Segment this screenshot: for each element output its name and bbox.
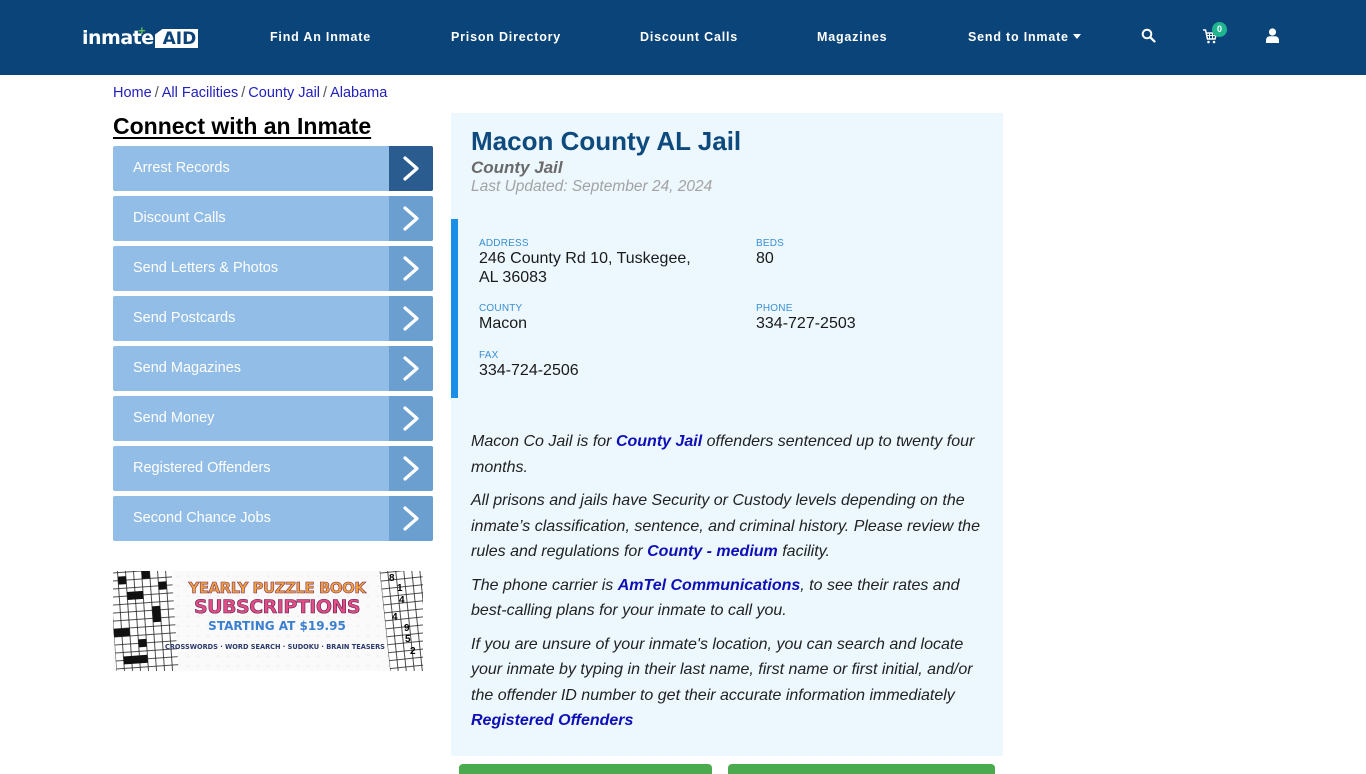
county-medium-link[interactable]: County - medium [647,543,778,560]
text: The phone carrier is [471,576,618,594]
text: facility. [777,543,830,560]
promo-categories: CROSSWORDS · WORD SEARCH · SUDOKU · BRAI… [165,643,385,651]
breadcrumb-separator: / [241,85,246,101]
sidebar-item-label: Arrest Records [133,160,230,176]
breadcrumb: Home / All Facilities / County Jail / Alabama [113,85,387,101]
beds-label: BEDS [756,238,785,249]
facility-info-panel: ADDRESS 246 County Rd 10, Tuskegee, AL 3… [451,219,1003,398]
county-label: COUNTY [479,303,523,314]
promo-subheadline: SUBSCRIPTIONS [193,596,361,618]
cart-count-badge: 0 [1212,22,1227,37]
sidebar-item-send-letters-photos[interactable]: Send Letters & Photos [113,246,433,291]
fax-field: FAX 334-724-2506 [479,350,579,380]
breadcrumb-alabama[interactable]: Alabama [330,85,387,101]
sidebar-item-label: Send Money [133,410,215,426]
chevron-right-icon [389,446,433,491]
county-field: COUNTY Macon [479,303,527,333]
promo-headline: YEARLY PUZZLE BOOK [188,579,366,598]
chevron-right-icon [389,246,433,291]
sidebar-item-arrest-records[interactable]: Arrest Records [113,146,433,191]
chevron-right-icon [389,146,433,191]
nav-magazines[interactable]: Magazines [817,30,887,44]
sidebar-title: Connect with an Inmate [113,113,372,139]
chevron-right-icon [389,196,433,241]
sidebar-item-send-money[interactable]: Send Money [113,396,433,441]
sudoku-digit: 1 [397,583,403,594]
nav-find-an-inmate[interactable]: Find An Inmate [270,30,371,44]
nav-send-to-inmate[interactable]: Send to Inmate [968,30,1081,44]
phone-value[interactable]: 334-727-2503 [756,315,856,333]
sidebar-item-label: Registered Offenders [133,460,271,476]
phone-field: PHONE 334-727-2503 [756,303,856,333]
sidebar-item-second-chance-jobs[interactable]: Second Chance Jobs [113,496,433,541]
sudoku-digit: 9 [404,623,410,634]
fax-value: 334-724-2506 [479,362,579,379]
sidebar-item-label: Send Magazines [133,360,242,376]
facility-description: Macon Co Jail is for County Jail offende… [471,429,991,742]
address-label: ADDRESS [479,238,529,249]
sidebar-item-discount-calls[interactable]: Discount Calls [113,196,433,241]
beds-field: BEDS 80 [756,238,784,268]
sudoku-digit: 8 [389,573,395,584]
description-paragraph: If you are unsure of your inmate's locat… [471,632,991,734]
chevron-right-icon [389,296,433,341]
action-button-right[interactable] [728,764,995,774]
sudoku-digit: 4 [399,595,405,606]
description-paragraph: The phone carrier is AmTel Communication… [471,573,991,624]
phone-label: PHONE [756,303,793,314]
breadcrumb-separator: / [323,85,328,101]
sudoku-digit: 2 [410,646,416,657]
county-jail-link[interactable]: County Jail [616,433,702,450]
text: Macon Co Jail is for [471,433,616,450]
sidebar-item-label: Discount Calls [133,210,226,226]
facility-name: Macon County AL Jail [471,126,742,156]
beds-value: 80 [756,250,774,267]
nav-send-to-inmate-label: Send to Inmate [968,30,1069,44]
facility-card: Macon County AL Jail County Jail Last Up… [451,113,1003,756]
sidebar-item-send-postcards[interactable]: Send Postcards [113,296,433,341]
description-paragraph: Macon Co Jail is for County Jail offende… [471,429,991,480]
sidebar-item-label: Send Letters & Photos [133,260,279,276]
nav-discount-calls[interactable]: Discount Calls [640,30,738,44]
action-button-left[interactable] [459,764,712,774]
fax-label: FAX [479,350,499,361]
sidebar-item-registered-offenders[interactable]: Registered Offenders [113,446,433,491]
sudoku-digit: 5 [405,634,411,645]
logo-plus-icon: + [138,23,146,38]
breadcrumb-home[interactable]: Home [113,85,152,101]
site-header: inmate AID + Find An Inmate Prison Direc… [0,0,1366,75]
user-icon[interactable] [1266,28,1279,48]
text: If you are unsure of your inmate's locat… [471,635,973,704]
registered-offenders-link[interactable]: Registered Offenders [471,712,633,729]
logo-accent-text: AID [154,29,199,48]
breadcrumb-county-jail[interactable]: County Jail [248,85,320,101]
breadcrumb-separator: / [154,85,159,101]
puzzle-book-promo-banner[interactable]: YEARLY PUZZLE BOOK SUBSCRIPTIONS STARTIN… [113,571,423,671]
address-line1: 246 County Rd 10, Tuskegee, [479,250,691,267]
address-line2: AL 36083 [479,269,547,286]
address-field: ADDRESS 246 County Rd 10, Tuskegee, AL 3… [479,238,691,287]
promo-price: STARTING AT $19.95 [208,619,346,633]
last-updated: Last Updated: September 24, 2024 [471,178,713,195]
sidebar-item-label: Second Chance Jobs [133,510,271,526]
chevron-right-icon [389,496,433,541]
chevron-right-icon [389,346,433,391]
search-icon[interactable] [1141,28,1156,48]
breadcrumb-all-facilities[interactable]: All Facilities [162,85,239,101]
sudoku-digit: 4 [392,612,398,623]
sidebar-menu: Arrest Records Discount Calls Send Lette… [113,146,433,546]
description-paragraph: All prisons and jails have Security or C… [471,488,991,565]
sidebar-item-label: Send Postcards [133,310,236,326]
county-value: Macon [479,315,528,332]
facility-type: County Jail [471,158,563,177]
amtel-communications-link[interactable]: AmTel Communications [618,577,801,594]
chevron-right-icon [389,396,433,441]
caret-down-icon [1072,34,1081,39]
sidebar-item-send-magazines[interactable]: Send Magazines [113,346,433,391]
nav-prison-directory[interactable]: Prison Directory [451,30,561,44]
